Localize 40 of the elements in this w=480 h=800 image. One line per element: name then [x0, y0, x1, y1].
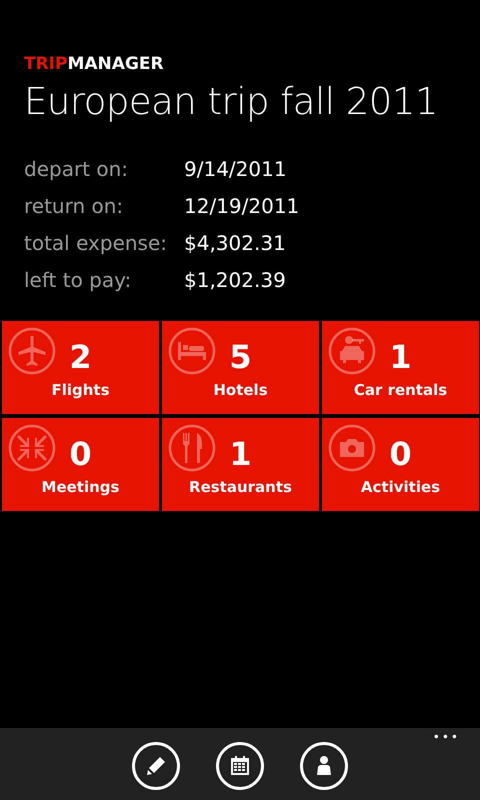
airplane-icon [8, 327, 56, 375]
edit-button[interactable] [132, 742, 180, 790]
tile-label: Activities [360, 478, 440, 496]
tile-label: Flights [51, 381, 110, 399]
more-button[interactable]: ••• [432, 730, 460, 744]
tile-count: 1 [229, 434, 252, 474]
category-tile[interactable]: 0 Meetings [2, 418, 159, 511]
arrows-inward-icon [8, 424, 56, 472]
page-title: European trip fall 2011 [24, 80, 439, 123]
detail-value: 12/19/2011 [184, 194, 300, 218]
detail-value: $1,202.39 [184, 268, 286, 292]
calendar-button[interactable] [216, 742, 264, 790]
tile-count: 1 [389, 337, 412, 377]
detail-label: return on: [24, 194, 124, 218]
app-logo: TRIPMANAGER [24, 54, 164, 74]
detail-value: $4,302.31 [184, 231, 286, 255]
tile-count: 0 [69, 434, 92, 474]
detail-label: depart on: [24, 157, 130, 181]
pencil-icon [144, 754, 168, 778]
tile-label: Meetings [42, 478, 120, 496]
category-tile[interactable]: 1 Car rentals [322, 321, 479, 414]
category-tile[interactable]: 2 Flights [2, 321, 159, 414]
category-tile[interactable]: 0 Activities [322, 418, 479, 511]
bed-icon [168, 327, 216, 375]
tile-label: Restaurants [189, 478, 292, 496]
detail-label: left to pay: [24, 268, 132, 292]
detail-label: total expense: [24, 231, 168, 255]
tile-label: Hotels [213, 381, 268, 399]
category-tile[interactable]: 5 Hotels [162, 321, 319, 414]
tile-count: 5 [229, 337, 252, 377]
camera-icon [328, 424, 376, 472]
tile-count: 2 [69, 337, 92, 377]
tile-count: 0 [389, 434, 412, 474]
tile-label: Car rentals [354, 381, 448, 399]
car-key-icon [328, 327, 376, 375]
fork-knife-icon [168, 424, 216, 472]
calendar-icon [228, 754, 252, 778]
category-tile[interactable]: 1 Restaurants [162, 418, 319, 511]
person-button[interactable] [300, 742, 348, 790]
detail-value: 9/14/2011 [184, 157, 287, 181]
